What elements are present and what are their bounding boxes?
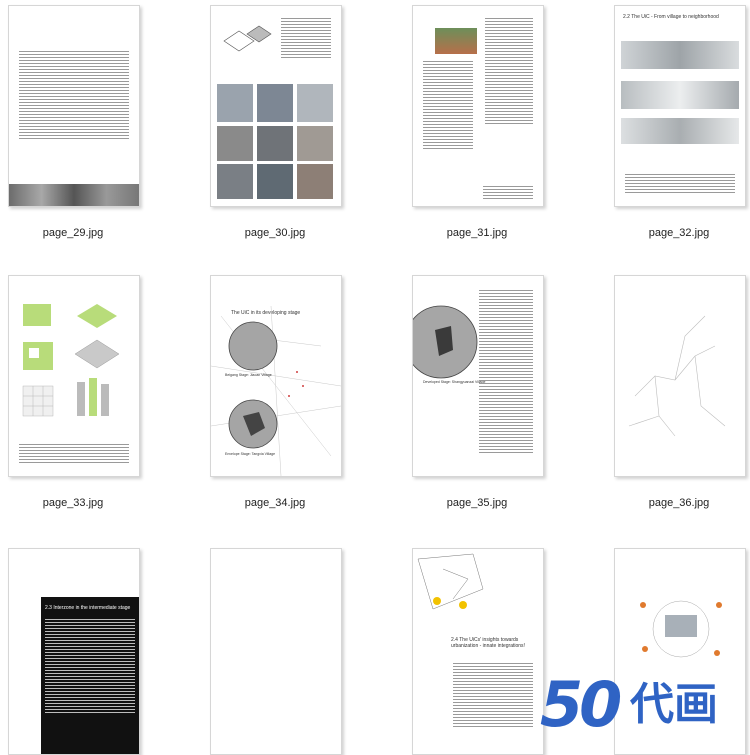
page-heading: 2.2 The UiC - From village to neighborho…: [623, 14, 719, 20]
photo: [217, 126, 253, 161]
photo: [297, 164, 333, 199]
sketch-map: [417, 553, 484, 610]
thumbnail-caption: page_34.jpg: [244, 497, 306, 509]
page-preview: 2.2 The UiC - From village to neighborho…: [614, 5, 746, 207]
thumbnail-caption: page_30.jpg: [244, 227, 306, 239]
page-preview: [412, 5, 544, 207]
page-preview: 2.4 The UiCs' insights towards urbanizat…: [412, 548, 544, 755]
street-photo: [9, 184, 139, 206]
isometric-diagram: [223, 25, 272, 52]
page-preview: 2.3 Interzone in the intermediate stage: [8, 548, 140, 755]
page-preview: [8, 5, 140, 207]
skyline-strip: [621, 118, 739, 144]
watermark-logo: 50 代画: [540, 670, 740, 740]
page-preview: [210, 548, 342, 755]
photo: [435, 28, 477, 54]
photo: [257, 126, 293, 161]
black-text-panel: 2.3 Interzone in the intermediate stage: [41, 597, 139, 754]
photo: [297, 126, 333, 161]
map-label: Envelope Stage: Tangxia Village: [225, 452, 276, 456]
thumbnail-caption: page_31.jpg: [446, 227, 508, 239]
skyline-strip: [621, 81, 739, 109]
photo: [217, 164, 253, 199]
skyline-strip: [621, 41, 739, 69]
photo: [217, 84, 253, 122]
page-preview: [210, 5, 342, 207]
photo: [297, 84, 333, 122]
watermark-text: 代画: [630, 679, 718, 730]
green-block-diagrams: [22, 304, 120, 417]
map-label: Beigang Stage: Jiaoan Village: [225, 373, 272, 377]
page-preview: The UiC in its developing stage Beigang …: [210, 275, 342, 477]
thumbnail-caption: page_33.jpg: [42, 497, 104, 509]
page-heading: 2.3 Interzone in the intermediate stage: [45, 605, 131, 611]
page-preview: [8, 275, 140, 477]
street-network-sketch: [628, 315, 726, 437]
page-preview: Developed Stage: Shangyuanzai Village: [412, 275, 544, 477]
watermark-number: 50: [540, 668, 622, 741]
thumbnail-caption: page_36.jpg: [648, 497, 710, 509]
thumbnail-caption: page_35.jpg: [446, 497, 508, 509]
page-heading: 2.4 The UiCs' insights towards urbanizat…: [451, 637, 525, 649]
thumbnail-caption: page_29.jpg: [42, 227, 104, 239]
page-preview: [614, 275, 746, 477]
map-label: Developed Stage: Shangyuanzai Village: [423, 380, 486, 384]
photo: [257, 84, 293, 122]
photo: [257, 164, 293, 199]
thumbnail-caption: page_32.jpg: [648, 227, 710, 239]
